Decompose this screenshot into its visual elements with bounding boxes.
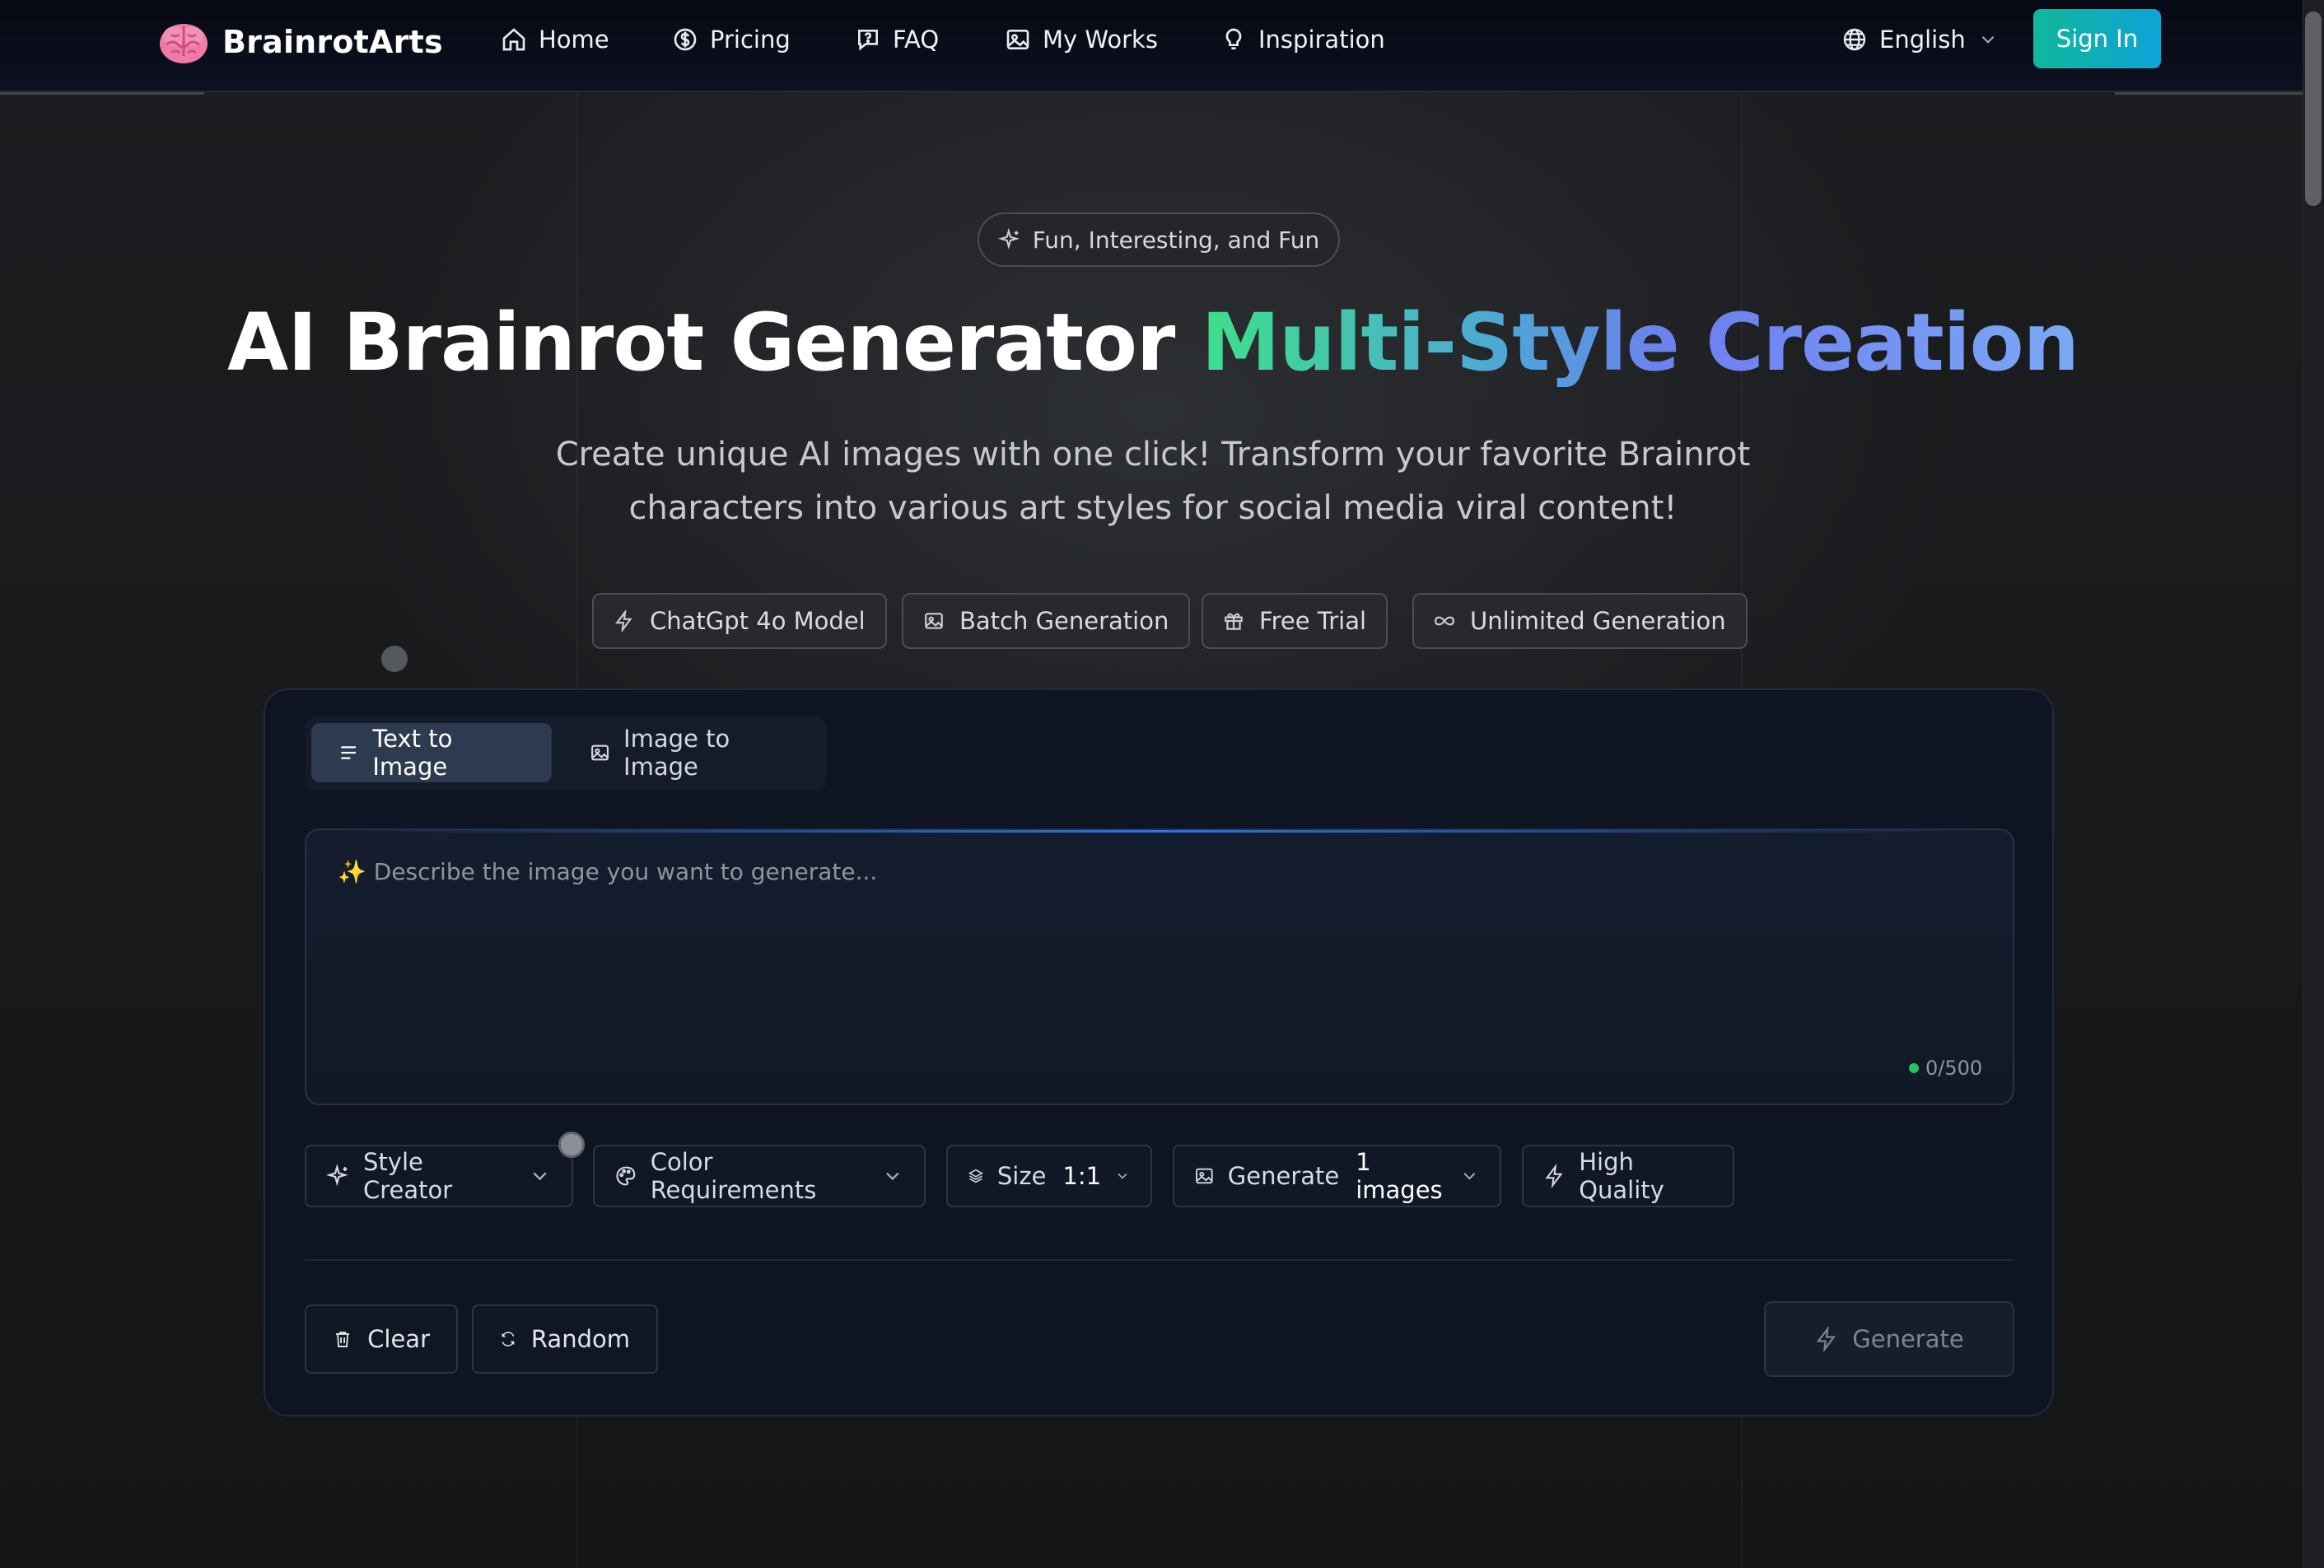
style-creator-dropdown[interactable]: Style Creator <box>305 1145 573 1207</box>
page-title: AI Brainrot Generator Multi-Style Creati… <box>0 296 2306 389</box>
layers-icon <box>968 1169 983 1183</box>
nav-faq[interactable]: FAQ <box>855 20 939 59</box>
brand-logo[interactable]: BrainrotArts <box>156 15 443 69</box>
nav-pricing[interactable]: Pricing <box>672 20 791 59</box>
feature-chip-label: ChatGpt 4o Model <box>650 607 866 635</box>
nav-inspiration[interactable]: Inspiration <box>1220 20 1385 59</box>
nav-progress-line <box>2115 92 2303 95</box>
lightning-icon <box>615 610 632 632</box>
counter-text: 0/500 <box>1925 1057 1983 1080</box>
panel-divider <box>305 1259 2014 1261</box>
image-icon <box>925 613 943 629</box>
image-icon <box>1006 30 1029 49</box>
hero-badge-text: Fun, Interesting, and Fun <box>1032 226 1320 254</box>
generate-label: Generate <box>1852 1325 1964 1353</box>
home-icon <box>502 28 525 51</box>
tab-label: Image to Image <box>623 725 730 781</box>
text-lines-icon <box>341 746 356 759</box>
nav-my-works-label: My Works <box>1043 26 1158 54</box>
image-icon <box>591 744 609 761</box>
infinity-icon <box>1435 616 1454 626</box>
brand-name: BrainrotArts <box>222 24 443 60</box>
sparkle-icon <box>326 1164 348 1187</box>
clear-button[interactable]: Clear <box>305 1304 458 1374</box>
image-count-label: Generate <box>1227 1162 1340 1190</box>
scrollbar-thumb[interactable] <box>2305 12 2322 206</box>
scrollbar-track[interactable] <box>2303 0 2324 1568</box>
clear-label: Clear <box>367 1325 430 1353</box>
lightning-icon <box>1817 1327 1836 1351</box>
nav-pricing-label: Pricing <box>710 26 791 54</box>
status-dot <box>1909 1063 1919 1073</box>
size-value: 1:1 <box>1062 1162 1102 1190</box>
title-highlight: Multi-Style Creation <box>1201 296 2079 389</box>
top-navbar: BrainrotArts Home Pricing FAQ My Works I… <box>0 0 2303 92</box>
brain-icon <box>160 24 208 63</box>
color-requirements-dropdown[interactable]: Color Requirements <box>593 1145 926 1207</box>
drag-handle-dot[interactable] <box>558 1132 585 1158</box>
globe-icon <box>1843 28 1866 51</box>
prompt-glow-line <box>339 830 1980 833</box>
generate-button[interactable]: Generate <box>1764 1301 2014 1377</box>
decorative-dot <box>381 646 408 672</box>
feature-chip-model: ChatGpt 4o Model <box>592 593 887 649</box>
chevron-down-icon <box>1981 35 1994 44</box>
random-label: Random <box>530 1325 630 1353</box>
lightbulb-icon <box>1225 28 1242 49</box>
high-quality-label: High Quality <box>1579 1148 1664 1204</box>
size-dropdown[interactable]: Size 1:1 <box>946 1145 1152 1207</box>
chevron-down-icon <box>1463 1173 1476 1180</box>
dollar-circle-icon <box>674 28 697 51</box>
high-quality-toggle[interactable]: High Quality <box>1522 1145 1734 1207</box>
image-count-dropdown[interactable]: Generate 1 images <box>1173 1145 1501 1207</box>
feature-chip-label: Free Trial <box>1259 607 1367 635</box>
tab-label: Text to Image <box>372 725 453 781</box>
nav-inspiration-label: Inspiration <box>1258 26 1385 54</box>
palette-icon <box>616 1166 636 1186</box>
chevron-down-icon <box>1118 1173 1127 1179</box>
size-label: Size <box>996 1162 1047 1190</box>
refresh-icon <box>502 1332 515 1346</box>
title-main: AI Brainrot Generator <box>227 296 1175 389</box>
trash-icon <box>336 1332 350 1347</box>
image-icon <box>1196 1168 1213 1184</box>
nav-home-label: Home <box>539 26 609 54</box>
tab-text-to-image[interactable]: Text to Image <box>311 723 552 782</box>
nav-progress-line <box>0 92 204 95</box>
chat-question-icon <box>858 30 878 51</box>
character-counter: 0/500 <box>1909 1057 1982 1080</box>
chevron-down-icon <box>886 1172 899 1181</box>
nav-home[interactable]: Home <box>501 20 609 59</box>
feature-chip-label: Unlimited Generation <box>1470 607 1726 635</box>
style-creator-label: Style Creator <box>363 1148 453 1204</box>
gift-icon <box>1225 613 1243 630</box>
language-selector[interactable]: English <box>1841 20 1999 59</box>
color-requirements-label: Color Requirements <box>650 1148 817 1204</box>
random-button[interactable]: Random <box>472 1304 658 1374</box>
hero-badge: Fun, Interesting, and Fun <box>978 212 1340 267</box>
nav-faq-label: FAQ <box>893 26 940 54</box>
tab-image-to-image[interactable]: Image to Image <box>563 723 819 782</box>
language-label: English <box>1879 26 1966 54</box>
feature-chip-label: Batch Generation <box>959 607 1169 635</box>
sparkle-icon <box>997 228 1020 250</box>
feature-chip-free-trial: Free Trial <box>1202 593 1388 649</box>
sign-in-button[interactable]: Sign In <box>2033 9 2161 68</box>
image-count-value: 1 images <box>1356 1148 1443 1204</box>
nav-my-works[interactable]: My Works <box>1005 20 1158 59</box>
feature-chip-batch: Batch Generation <box>902 593 1191 649</box>
hero-subtitle: Create unique AI images with one click! … <box>555 436 1751 527</box>
chevron-down-icon <box>533 1172 547 1181</box>
lightning-icon <box>1545 1164 1563 1188</box>
prompt-input[interactable] <box>336 856 1986 1074</box>
feature-chip-unlimited: Unlimited Generation <box>1412 593 1748 649</box>
